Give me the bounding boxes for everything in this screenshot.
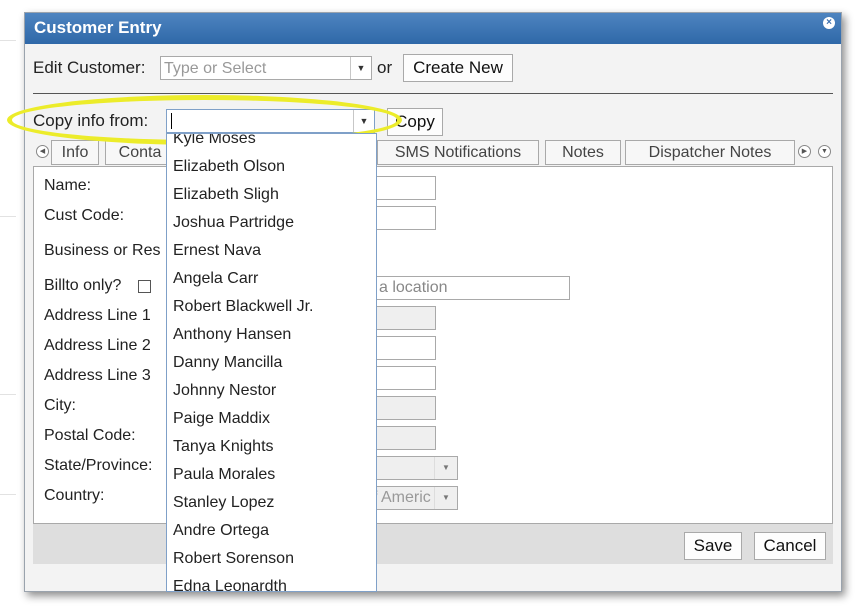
cust-code-label: Cust Code:	[44, 207, 125, 224]
create-new-button[interactable]: Create New	[403, 54, 513, 82]
dialog-titlebar[interactable]: Customer Entry ×	[25, 13, 841, 44]
dropdown-item[interactable]: Anthony Hansen	[173, 326, 291, 344]
dialog-footer: Save Cancel	[33, 524, 833, 564]
address-line-3-label: Address Line 3	[44, 367, 151, 384]
city-label: City:	[44, 397, 76, 414]
close-icon[interactable]: ×	[823, 17, 835, 29]
tab-scroll-left-icon[interactable]: ◀	[36, 145, 49, 158]
customer-entry-dialog: Customer Entry × Edit Customer: Type or …	[7, 12, 842, 592]
cancel-button[interactable]: Cancel	[754, 532, 826, 560]
edit-customer-placeholder: Type or Select	[164, 60, 267, 77]
dropdown-item[interactable]: Stanley Lopez	[173, 494, 274, 512]
country-value: f Americ	[373, 489, 431, 506]
background-strip	[0, 0, 16, 606]
state-province-label: State/Province:	[44, 457, 153, 474]
tab-scroll-right-icon[interactable]: ▶	[798, 145, 811, 158]
dropdown-item[interactable]: Paula Morales	[173, 466, 275, 484]
dropdown-item[interactable]: Kyle Moses	[173, 134, 256, 148]
chevron-down-icon[interactable]: ▼	[434, 457, 457, 479]
background-line	[0, 216, 16, 217]
edit-customer-combo[interactable]: Type or Select ▼	[160, 56, 372, 80]
state-province-select[interactable]: ▼	[364, 456, 458, 480]
dropdown-item[interactable]: Joshua Partridge	[173, 214, 294, 232]
location-search-input[interactable]: a location	[364, 276, 570, 300]
tab-dispatcher-notes[interactable]: Dispatcher Notes	[625, 140, 795, 165]
dropdown-item[interactable]: Angela Carr	[173, 270, 258, 288]
address-line-1-label: Address Line 1	[44, 307, 151, 324]
dropdown-item[interactable]: Robert Sorenson	[173, 550, 294, 568]
address-line-2-label: Address Line 2	[44, 337, 151, 354]
background-line	[0, 40, 16, 41]
name-label: Name:	[44, 177, 92, 194]
tab-notes[interactable]: Notes	[545, 140, 621, 165]
chevron-down-icon[interactable]: ▼	[434, 487, 457, 509]
save-button[interactable]: Save	[684, 532, 742, 560]
dropdown-item[interactable]: Elizabeth Sligh	[173, 186, 279, 204]
dropdown-item[interactable]: Ernest Nava	[173, 242, 261, 260]
chevron-down-icon[interactable]: ▼	[350, 57, 371, 79]
dropdown-item[interactable]: Danny Mancilla	[173, 354, 282, 372]
divider	[33, 93, 833, 94]
background-line	[0, 394, 16, 395]
tab-menu-icon[interactable]: ▼	[818, 145, 831, 158]
location-placeholder: a location	[379, 279, 448, 296]
country-select[interactable]: f Americ ▼	[364, 486, 458, 510]
form-panel: Name: Cust Code: Business or Res Billto …	[33, 166, 833, 524]
country-label: Country:	[44, 487, 105, 504]
billto-checkbox[interactable]	[138, 280, 151, 293]
edit-customer-label: Edit Customer:	[33, 58, 146, 77]
dropdown-item[interactable]: Tanya Knights	[173, 438, 274, 456]
business-label: Business or Res	[44, 242, 161, 259]
postal-code-label: Postal Code:	[44, 427, 136, 444]
dialog-title: Customer Entry	[34, 18, 162, 37]
dropdown-item[interactable]: Robert Blackwell Jr.	[173, 298, 314, 316]
dropdown-item[interactable]: Edna Leonardth	[173, 578, 287, 591]
dropdown-item[interactable]: Paige Maddix	[173, 410, 270, 428]
billto-label: Billto only?	[44, 277, 122, 294]
copy-info-dropdown-list[interactable]: Kyle Moses Elizabeth Olson Elizabeth Sligh…	[166, 133, 377, 592]
tab-info[interactable]: Info	[51, 140, 99, 165]
background-line	[0, 494, 16, 495]
dropdown-item[interactable]: Johnny Nestor	[173, 382, 276, 400]
dropdown-item[interactable]: Andre Ortega	[173, 522, 269, 540]
tab-sms-notifications[interactable]: SMS Notifications	[377, 140, 539, 165]
or-label: or	[377, 58, 393, 77]
dropdown-item[interactable]: Elizabeth Olson	[173, 158, 285, 176]
